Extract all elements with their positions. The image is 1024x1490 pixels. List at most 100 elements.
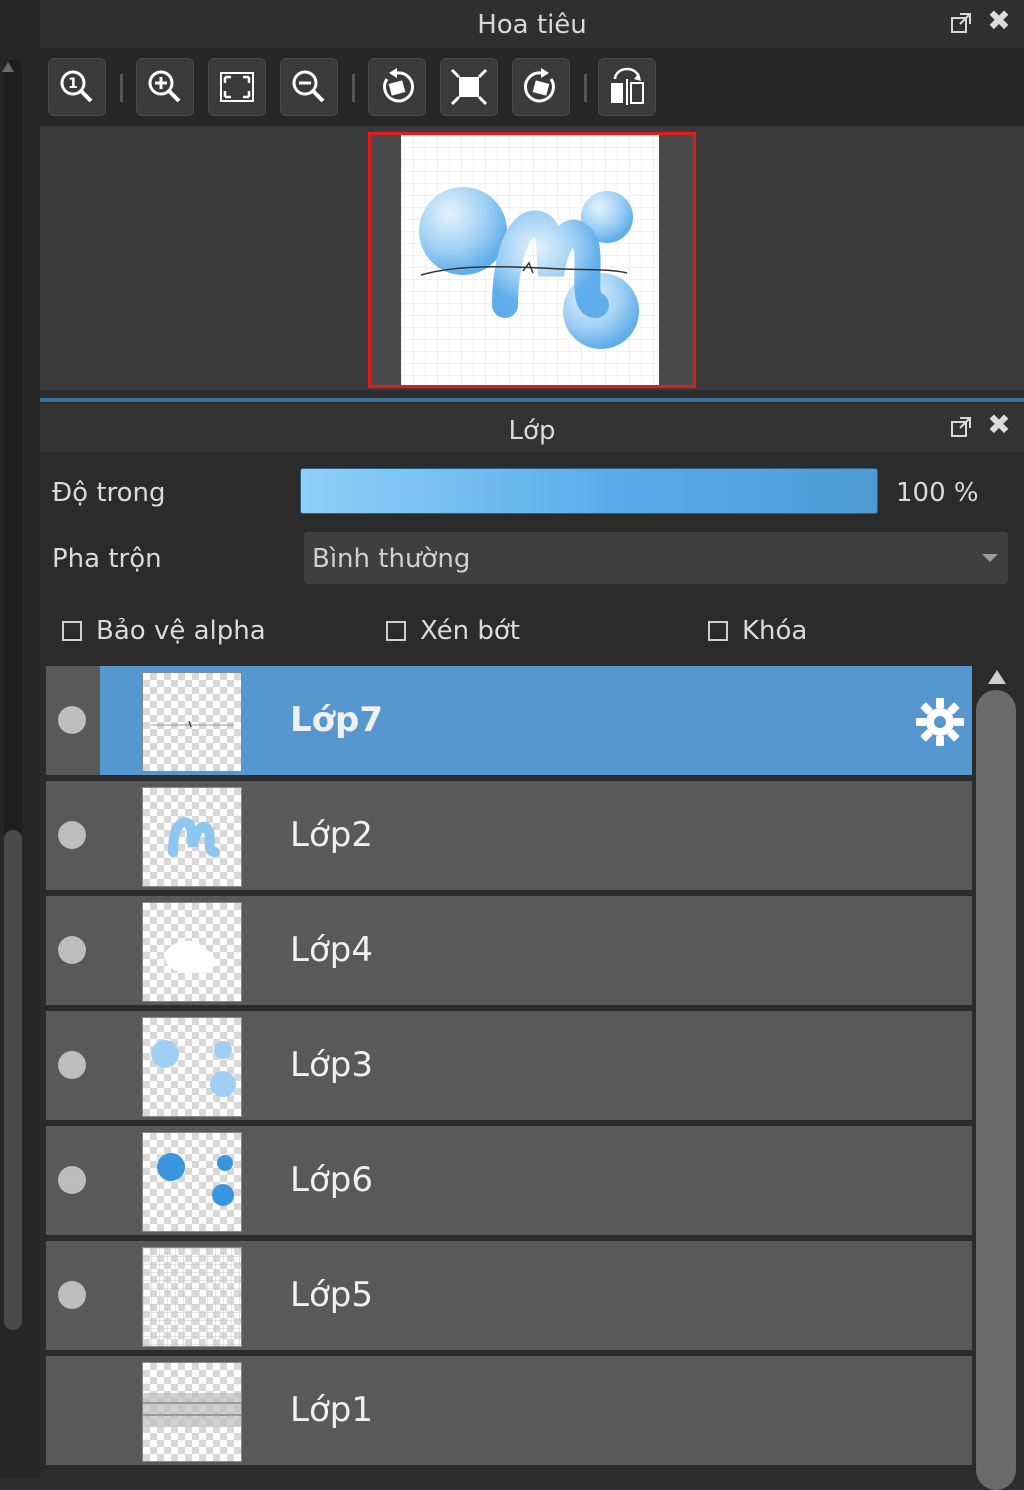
- visibility-toggle[interactable]: [46, 896, 100, 1005]
- layers-titlebar: Lớp ✖: [40, 404, 1024, 452]
- thumb-art: [168, 817, 220, 857]
- navigator-titlebar: Hoa tiêu ✖: [40, 0, 1024, 48]
- navigator-title: Hoa tiêu: [477, 10, 587, 40]
- layer-name: Lớp7: [290, 700, 384, 740]
- layer-thumbnail: [142, 1132, 242, 1232]
- thumb-art: [151, 720, 233, 728]
- layer-row[interactable]: Lớp4: [46, 896, 972, 1008]
- blend-mode-value: Bình thường: [312, 544, 471, 574]
- svg-text:1: 1: [68, 76, 78, 92]
- protect-alpha-checkbox[interactable]: Bảo vệ alpha: [62, 616, 266, 646]
- opacity-value: 100 %: [896, 478, 979, 508]
- layer-thumbnail: [142, 902, 242, 1002]
- layer-list-scrollbar[interactable]: [976, 666, 1020, 1490]
- thumb-art: [143, 1393, 241, 1427]
- close-icon[interactable]: ✖: [986, 7, 1012, 35]
- layer-row[interactable]: Lớp6: [46, 1126, 972, 1238]
- checkbox-label: Xén bớt: [420, 616, 520, 646]
- chevron-down-icon: [982, 554, 998, 562]
- blend-mode-dropdown[interactable]: Bình thường: [304, 532, 1008, 584]
- eye-icon[interactable]: [58, 1051, 86, 1079]
- viewport-indicator[interactable]: [368, 132, 696, 388]
- zoom-actual-button[interactable]: 1: [48, 58, 106, 116]
- layer-thumbnail: [142, 672, 242, 772]
- eye-icon[interactable]: [58, 1281, 86, 1309]
- checkbox-box[interactable]: [62, 621, 82, 641]
- checkbox-label: Bảo vệ alpha: [96, 616, 266, 646]
- panel-divider[interactable]: [40, 398, 1024, 402]
- rotate-right-button[interactable]: [512, 58, 570, 116]
- layer-name: Lớp2: [290, 815, 373, 855]
- visibility-toggle[interactable]: [46, 666, 100, 775]
- visibility-toggle[interactable]: [46, 781, 100, 890]
- popout-icon[interactable]: [950, 12, 972, 34]
- scroll-thumb[interactable]: [976, 690, 1016, 1490]
- visibility-toggle[interactable]: [46, 1241, 100, 1350]
- navigator-preview-area[interactable]: [40, 126, 1024, 390]
- layer-thumbnail: [142, 1247, 242, 1347]
- gear-icon[interactable]: [914, 696, 966, 748]
- eye-icon[interactable]: [58, 706, 86, 734]
- checkbox-box[interactable]: [708, 621, 728, 641]
- layers-panel: Lớp ✖ Độ trong 100 % Pha trộn Bình thườn…: [40, 404, 1024, 1490]
- fit-screen-button[interactable]: [208, 58, 266, 116]
- scroll-thumb[interactable]: [4, 830, 22, 1330]
- thumb-art: [157, 1153, 234, 1206]
- layer-name: Lớp1: [290, 1390, 373, 1430]
- visibility-toggle[interactable]: [46, 1126, 100, 1235]
- flip-horizontal-button[interactable]: [598, 58, 656, 116]
- eye-icon[interactable]: [58, 821, 86, 849]
- thumb-art: [143, 1248, 241, 1346]
- opacity-label: Độ trong: [52, 478, 166, 508]
- rotate-left-button[interactable]: [368, 58, 426, 116]
- zoom-out-button[interactable]: [280, 58, 338, 116]
- layer-row[interactable]: Lớp1: [46, 1356, 972, 1468]
- layer-row[interactable]: Lớp3: [46, 1011, 972, 1123]
- rotate-right-icon: [523, 68, 555, 103]
- layer-name: Lớp4: [290, 930, 373, 970]
- layer-thumbnail: [142, 1017, 242, 1117]
- fit-window-button[interactable]: [440, 58, 498, 116]
- layer-name: Lớp6: [290, 1160, 373, 1200]
- scroll-up-icon[interactable]: [2, 62, 14, 72]
- layer-list: Lớp7 Lớp2 Lớp4 Lớp3 Lớp6 Lớp5 Lớp1: [46, 666, 972, 1478]
- lock-checkbox[interactable]: Khóa: [708, 616, 807, 646]
- layer-row[interactable]: Lớp7: [46, 666, 972, 778]
- navigator-panel: Hoa tiêu ✖ 1: [40, 0, 1024, 390]
- layer-row[interactable]: Lớp5: [46, 1241, 972, 1353]
- zoom-in-icon: [148, 70, 181, 103]
- close-icon[interactable]: ✖: [986, 411, 1012, 439]
- checkbox-label: Khóa: [742, 616, 808, 646]
- eye-icon[interactable]: [58, 1166, 86, 1194]
- eye-icon[interactable]: [58, 936, 86, 964]
- scroll-up-icon[interactable]: [988, 670, 1006, 684]
- clipping-checkbox[interactable]: Xén bớt: [386, 616, 520, 646]
- fit-window-icon: [450, 68, 488, 106]
- toolbar-separator: [352, 74, 355, 102]
- thumb-art: [165, 941, 215, 973]
- toolbar-separator: [120, 74, 123, 102]
- visibility-toggle[interactable]: [46, 1011, 100, 1120]
- thumb-art: [151, 1040, 236, 1097]
- layers-title: Lớp: [508, 416, 556, 446]
- fit-screen-icon: [220, 72, 254, 102]
- zoom-in-button[interactable]: [136, 58, 194, 116]
- layer-thumbnail: [142, 1362, 242, 1462]
- zoom-out-icon: [292, 70, 325, 103]
- flip-horizontal-icon: [611, 67, 644, 105]
- layer-name: Lớp3: [290, 1045, 373, 1085]
- popout-icon[interactable]: [950, 416, 972, 438]
- toolbar-separator: [584, 74, 587, 102]
- layer-name: Lớp5: [290, 1275, 373, 1315]
- opacity-slider[interactable]: [300, 468, 878, 514]
- canvas-artwork: [401, 135, 659, 385]
- left-edge-scrollbar[interactable]: [0, 0, 40, 1478]
- navigator-toolbar: 1: [40, 48, 1024, 126]
- rotate-left-icon: [383, 68, 415, 103]
- blend-label: Pha trộn: [52, 544, 162, 574]
- layer-thumbnail: [142, 787, 242, 887]
- checkbox-box[interactable]: [386, 621, 406, 641]
- visibility-toggle[interactable]: [46, 1356, 100, 1465]
- layer-row[interactable]: Lớp2: [46, 781, 972, 893]
- canvas-preview: [401, 135, 659, 385]
